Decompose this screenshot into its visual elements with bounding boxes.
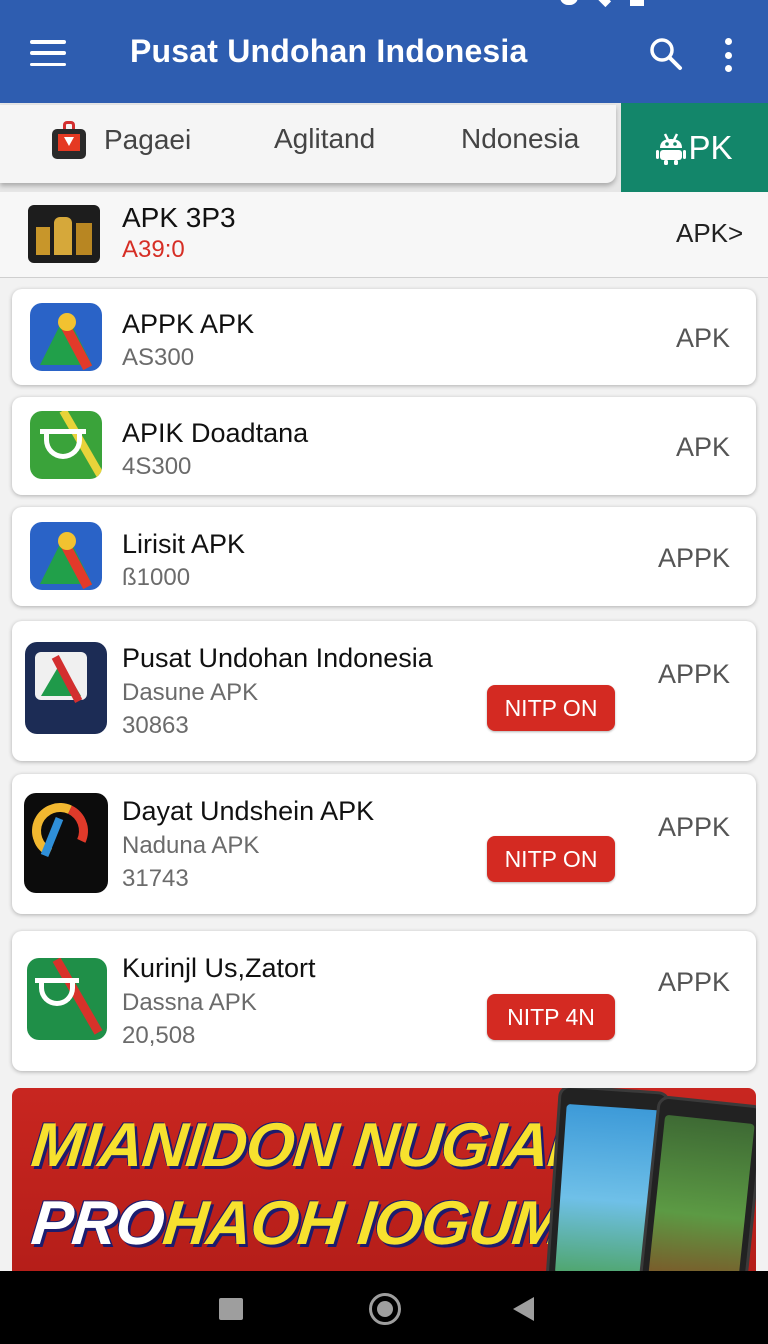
- banner-subline-a: PRO: [28, 1189, 167, 1258]
- app-icon: [25, 642, 107, 734]
- nitp-on-button[interactable]: NITP ON: [487, 685, 615, 731]
- app-title: Dayat Undshein APK: [122, 796, 375, 826]
- tab-label: Ndonesia: [461, 123, 580, 154]
- app-count: 20,508: [122, 1022, 196, 1049]
- tab-apk[interactable]: PK: [621, 103, 768, 192]
- android-icon: [656, 132, 687, 165]
- apk-label[interactable]: APK: [676, 323, 730, 354]
- apk-label[interactable]: APPK: [658, 659, 730, 690]
- banner-headline: MIANIDON NUGIAN: [28, 1111, 596, 1180]
- app-title: APIK Doadtana: [122, 418, 309, 448]
- apk-label[interactable]: APPK: [658, 812, 730, 843]
- app-subtitle: Dasune APK: [122, 679, 259, 706]
- tabs-panel: Pagaei Aglitand Ndonesia: [0, 105, 616, 183]
- battery-icon: [630, 0, 644, 6]
- nitp-on-button[interactable]: NITP ON: [487, 836, 615, 882]
- banner-subline: PROHAOH IOGUM.: [28, 1188, 583, 1259]
- apk-label[interactable]: APPK: [658, 967, 730, 998]
- app-icon: [28, 205, 100, 263]
- more-vert-icon[interactable]: [716, 38, 740, 72]
- home-icon[interactable]: [369, 1293, 401, 1325]
- menu-icon[interactable]: [30, 38, 66, 68]
- apk-label: APK: [676, 218, 729, 248]
- app-icon: [27, 958, 107, 1040]
- phone-image: [638, 1094, 756, 1271]
- app-count: ß1000: [122, 564, 191, 591]
- recents-icon[interactable]: [219, 1298, 243, 1320]
- tab-aglitand[interactable]: Aglitand: [274, 123, 375, 155]
- app-bar: Pusat Undohan Indonesia: [0, 0, 768, 103]
- tab-label: Pagaei: [104, 124, 192, 155]
- app-title: Pusat Undohan Indonesia: [130, 33, 528, 69]
- app-title: Lirisit APK: [122, 529, 246, 559]
- apk-link[interactable]: APK>: [676, 218, 743, 249]
- app-count: 31743: [122, 865, 189, 892]
- tv-bag-icon: [52, 121, 86, 159]
- chevron-right-icon: >: [728, 218, 744, 248]
- wifi-icon: [560, 0, 578, 5]
- app-card[interactable]: Kurinjl Us,Zatort Dassna APK 20,508 APPK…: [12, 931, 756, 1071]
- app-card[interactable]: Pusat Undohan Indonesia Dasune APK 30863…: [12, 621, 756, 761]
- search-icon[interactable]: [648, 36, 684, 72]
- app-title: APPK APK: [122, 309, 255, 339]
- app-count: AS300: [122, 344, 195, 371]
- tab-bar: Pagaei Aglitand Ndonesia PK: [0, 103, 768, 192]
- tab-label: PK: [688, 128, 733, 166]
- promo-banner[interactable]: MIANIDON NUGIAN PROHAOH IOGUM.: [12, 1088, 756, 1271]
- app-title: Kurinjl Us,Zatort: [122, 953, 316, 983]
- system-nav-bar: [0, 1271, 768, 1344]
- app-icon: [30, 303, 102, 371]
- app-card[interactable]: Lirisit APK ß1000 APPK: [12, 507, 756, 606]
- signal-icon: [596, 0, 612, 8]
- tab-label: Aglitand: [274, 123, 376, 154]
- app-title: Pusat Undohan Indonesia: [122, 643, 433, 673]
- apk-label[interactable]: APK: [676, 432, 730, 463]
- nitp-4n-button[interactable]: NITP 4N: [487, 994, 615, 1040]
- app-card[interactable]: APIK Doadtana 4S300 APK: [12, 397, 756, 495]
- status-bar: [560, 0, 644, 8]
- app-icon: [24, 793, 108, 893]
- app-count: 4S300: [122, 453, 192, 480]
- back-icon[interactable]: [513, 1297, 534, 1321]
- apk-label[interactable]: APPK: [658, 543, 730, 574]
- banner-subline-b: HAOH IOGUM.: [159, 1189, 584, 1258]
- tab-ndonesia[interactable]: Ndonesia: [461, 123, 579, 155]
- app-card[interactable]: APPK APK AS300 APK: [12, 289, 756, 385]
- featured-app-row[interactable]: APK 3P3 A39:0 APK>: [0, 192, 768, 278]
- app-subtitle: Naduna APK: [122, 832, 260, 859]
- app-title: APK 3P3: [122, 202, 236, 233]
- app-subtitle: Dassna APK: [122, 989, 257, 1016]
- app-icon: [30, 522, 102, 590]
- app-icon: [30, 411, 102, 479]
- tab-pagaei[interactable]: Pagaei: [52, 121, 192, 159]
- app-card[interactable]: Dayat Undshein APK Naduna APK 31743 APPK…: [12, 774, 756, 914]
- app-count: 30863: [122, 712, 189, 739]
- app-price: A39:0: [122, 236, 185, 263]
